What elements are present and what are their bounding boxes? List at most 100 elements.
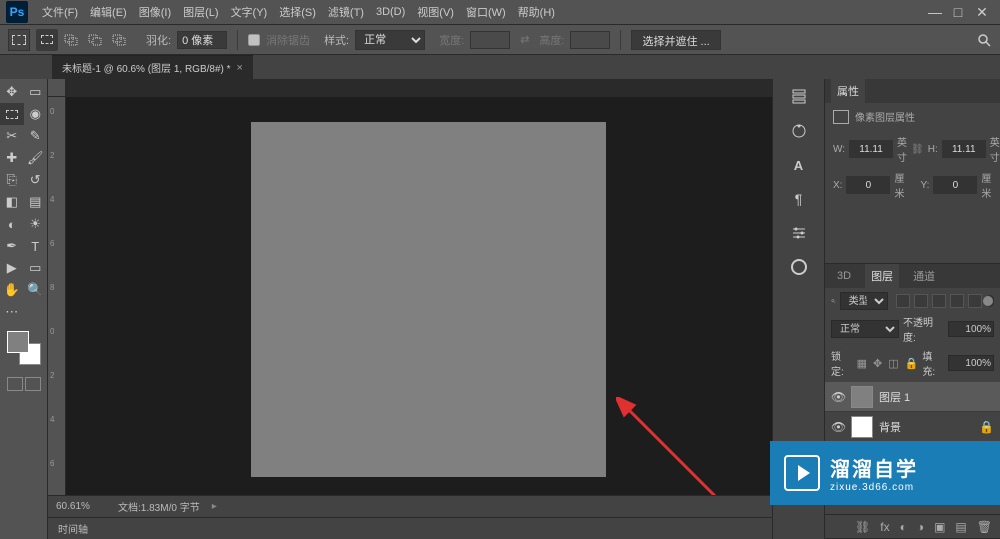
link-wh-icon[interactable]: ⛓ [911,142,924,156]
shape-tool[interactable]: ▭ [24,257,48,279]
canvas-viewport[interactable] [66,97,772,495]
channels-tab[interactable]: 通道 [907,264,941,288]
history-brush-tool[interactable]: ↺ [24,169,48,191]
marquee-tool[interactable] [0,103,24,125]
refine-edge-button[interactable]: 选择并遮住 ... [631,30,720,50]
menu-image[interactable]: 图像(I) [133,4,177,20]
visibility-toggle-icon[interactable]: 👁 [831,420,845,434]
gradient-tool[interactable]: ▤ [24,191,48,213]
canvas-document[interactable] [251,122,606,477]
zoom-level[interactable]: 60.61% [56,501,106,512]
color-swatches[interactable] [7,331,41,365]
layer-thumbnail[interactable] [851,416,873,438]
h-input[interactable] [942,140,986,158]
document-tab[interactable]: 未标题-1 @ 60.6% (图层 1, RGB/8#) * × [52,55,253,79]
x-input[interactable] [846,176,890,194]
sel-intersect-icon[interactable] [108,29,130,51]
foreground-color[interactable] [7,331,29,353]
filter-shape-icon[interactable] [950,294,964,308]
eyedropper-tool[interactable]: ✎ [24,125,48,147]
libraries-icon[interactable] [787,255,811,279]
properties-tab[interactable]: 属性 [831,79,865,103]
adjustment-icon[interactable]: ◑ [917,520,924,534]
w-input[interactable] [849,140,893,158]
3d-tab[interactable]: 3D [831,266,857,286]
artboard-tool[interactable]: ▭ [24,81,48,103]
lock-position-icon[interactable]: ✥ [873,357,882,370]
doc-info-chevron-icon[interactable]: ▸ [212,501,217,512]
filter-adjust-icon[interactable] [914,294,928,308]
history-icon[interactable] [787,85,811,109]
mask-icon[interactable]: ◐ [900,520,907,534]
menu-select[interactable]: 选择(S) [273,4,322,20]
blend-mode-select[interactable]: 正常 [831,320,899,338]
quickmask-icon[interactable] [7,377,23,391]
filter-type-select[interactable]: 类型 [840,292,888,310]
layer-row[interactable]: 👁 图层 1 [825,382,1000,412]
lock-pixels-icon[interactable]: ▦ [857,357,867,370]
link-layers-icon[interactable]: ⛓ [855,520,870,534]
visibility-toggle-icon[interactable]: 👁 [831,390,845,404]
color-icon[interactable] [787,119,811,143]
filter-type-icon[interactable] [932,294,946,308]
sel-subtract-icon[interactable] [84,29,106,51]
filter-smart-icon[interactable] [968,294,982,308]
character-icon[interactable]: A [787,153,811,177]
style-select[interactable]: 正常 [355,30,425,50]
menu-filter[interactable]: 滤镜(T) [322,4,370,20]
menu-edit[interactable]: 编辑(E) [84,4,133,20]
tab-close-icon[interactable]: × [237,62,243,74]
fx-icon[interactable]: fx [880,520,889,534]
opacity-input[interactable] [948,321,994,337]
edit-toolbar[interactable]: ⋯ [0,301,24,323]
layers-tab[interactable]: 图层 [865,264,899,288]
new-layer-icon[interactable]: ▤ [955,520,966,534]
move-tool[interactable]: ✥ [0,81,24,103]
menu-window[interactable]: 窗口(W) [460,4,512,20]
sel-add-icon[interactable] [60,29,82,51]
lock-all-icon[interactable]: 🔒 [905,357,919,370]
group-icon[interactable]: ▣ [934,520,945,534]
layer-row[interactable]: 👁 背景 🔒 [825,412,1000,442]
zoom-tool[interactable]: 🔍 [24,279,48,301]
paragraph-icon[interactable]: ¶ [787,187,811,211]
timeline-panel[interactable]: 时间轴 [48,517,772,539]
menu-help[interactable]: 帮助(H) [512,4,561,20]
blur-tool[interactable]: ◐ [0,213,24,235]
dodge-tool[interactable]: ☀ [24,213,48,235]
lock-icon[interactable]: 🔒 [979,420,994,434]
screenmode-icon[interactable] [25,377,41,391]
eraser-tool[interactable]: ◧ [0,191,24,213]
y-input[interactable] [933,176,977,194]
delete-icon[interactable]: 🗑 [977,520,992,534]
current-tool-icon[interactable] [8,29,30,51]
minimize-button[interactable]: — [928,6,940,18]
ruler-origin[interactable] [48,79,66,97]
timeline-tab[interactable]: 时间轴 [58,521,88,536]
menu-3d[interactable]: 3D(D) [370,6,411,18]
layer-thumbnail[interactable] [851,386,873,408]
healing-tool[interactable]: ✚ [0,147,24,169]
fill-input[interactable] [948,355,994,371]
ruler-vertical[interactable]: 024680246 [48,97,66,495]
crop-tool[interactable]: ✂ [0,125,24,147]
clone-tool[interactable]: ⎘ [0,169,24,191]
layer-name[interactable]: 背景 [879,419,901,435]
menu-layer[interactable]: 图层(L) [177,4,224,20]
type-tool[interactable]: T [24,235,48,257]
close-button[interactable]: ✕ [976,6,988,18]
feather-input[interactable] [177,31,227,49]
menu-view[interactable]: 视图(V) [411,4,460,20]
lasso-tool[interactable]: ◉ [24,103,48,125]
sel-new-icon[interactable] [36,29,58,51]
path-select-tool[interactable]: ▶ [0,257,24,279]
filter-pixel-icon[interactable] [896,294,910,308]
hand-tool[interactable]: ✋ [0,279,24,301]
filter-toggle[interactable] [986,295,994,307]
brush-tool[interactable]: 🖌 [24,147,48,169]
doc-info[interactable]: 文档:1.83M/0 字节 [118,499,200,514]
menu-file[interactable]: 文件(F) [36,4,84,20]
maximize-button[interactable]: □ [952,6,964,18]
pen-tool[interactable]: ✒ [0,235,24,257]
adjustments-icon[interactable] [787,221,811,245]
